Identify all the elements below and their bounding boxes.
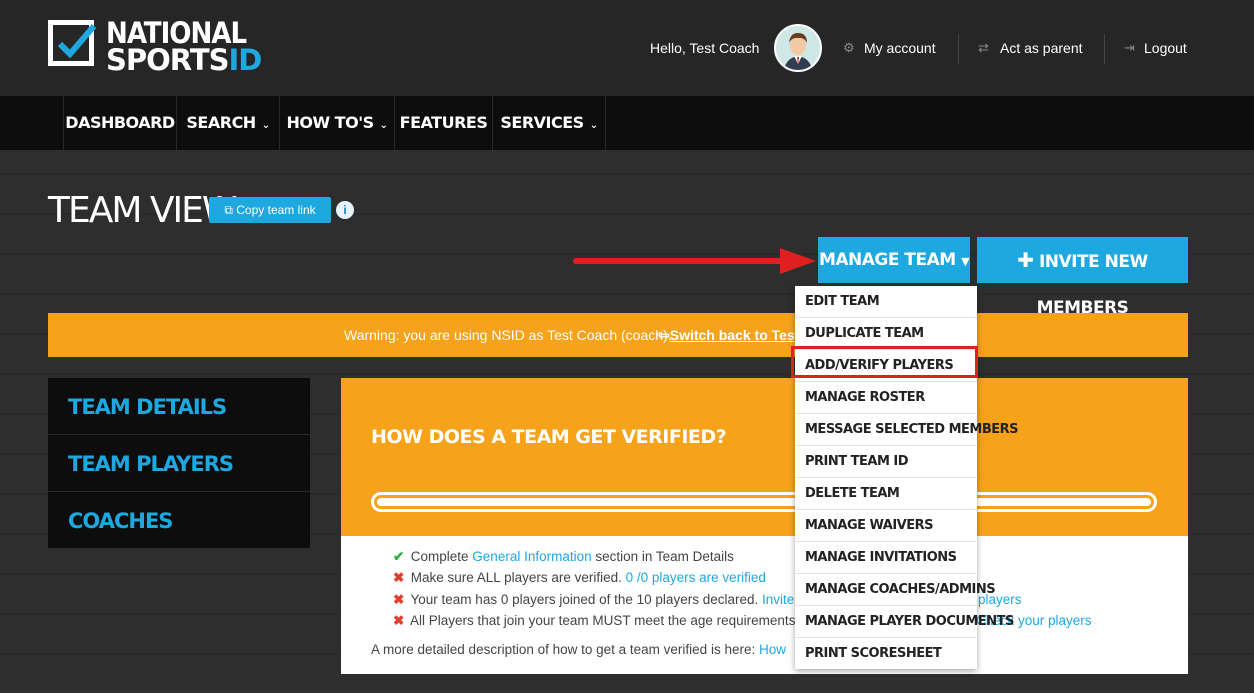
side-item-team-players[interactable]: TEAM PLAYERS	[48, 435, 310, 492]
how-link[interactable]: How	[759, 642, 786, 657]
swap-icon: ⇄	[978, 40, 989, 55]
plus-icon: ✚	[1017, 248, 1034, 272]
verify-title: HOW DOES A TEAM GET VERIFIED?	[371, 426, 727, 448]
logo-line2: SPORTSID	[106, 43, 262, 77]
menu-item-print-scoresheet[interactable]: PRINT SCORESHEET	[795, 638, 977, 669]
avatar[interactable]	[774, 24, 822, 72]
manage-team-dropdown: EDIT TEAM DUPLICATE TEAM ADD/VERIFY PLAY…	[795, 286, 1019, 669]
main-nav: DASHBOARD SEARCH ⌄ HOW TO'S ⌄ FEATURES SER…	[0, 96, 1254, 150]
gear-icon: ⚙	[843, 40, 855, 55]
page-title: TEAM VIEW	[48, 190, 237, 231]
list-item: ✖ Make sure ALL players are verified. 0 …	[393, 570, 766, 585]
switch-back-link[interactable]: ⇦ Switch back to Test	[658, 313, 799, 357]
top-header: NATIONAL SPORTSID Hello, Test Coach ⚙ My…	[0, 0, 1254, 96]
list-item: ✔ Complete General Information section i…	[393, 549, 734, 564]
verify-panel: HOW DOES A TEAM GET VERIFIED?	[341, 378, 1188, 536]
menu-item-manage-coaches[interactable]: MANAGE COACHES/ADMINS	[795, 574, 996, 606]
more-description: A more detailed description of how to ge…	[371, 642, 786, 657]
logout-link[interactable]: Logout	[1144, 40, 1187, 56]
invite-new-members-button[interactable]: ✚ INVITE NEW MEMBERS	[977, 237, 1188, 318]
chevron-down-icon: ⌄	[379, 120, 388, 131]
side-menu: TEAM DETAILS TEAM PLAYERS COACHES	[48, 378, 310, 549]
warning-banner: Warning: you are using NSID as Test Coac…	[48, 313, 1188, 357]
nsid-logo[interactable]: NATIONAL SPORTSID	[48, 18, 262, 76]
avatar-image	[776, 26, 820, 70]
nav-services[interactable]: SERVICES ⌄	[492, 96, 606, 150]
nav-how-tos[interactable]: HOW TO'S ⌄	[279, 96, 394, 150]
greeting-text: Hello, Test Coach	[650, 40, 760, 56]
menu-item-delete-team[interactable]: DELETE TEAM	[795, 478, 977, 510]
menu-item-manage-invitations[interactable]: MANAGE INVITATIONS	[795, 542, 977, 574]
menu-item-print-team-id[interactable]: PRINT TEAM ID	[795, 446, 977, 478]
menu-item-edit-team[interactable]: EDIT TEAM	[795, 286, 977, 318]
nav-dashboard[interactable]: DASHBOARD	[63, 96, 176, 150]
x-icon: ✖	[393, 613, 405, 628]
chevron-down-icon: ⌄	[261, 120, 270, 131]
menu-item-player-documents[interactable]: MANAGE PLAYER DOCUMENTS	[795, 606, 1014, 638]
switch-icon: ⇦	[658, 327, 670, 343]
act-as-parent-link[interactable]: Act as parent	[1000, 40, 1083, 56]
copy-team-link-button[interactable]: ⧉ Copy team link	[209, 197, 331, 223]
x-icon: ✖	[393, 592, 405, 607]
side-item-coaches[interactable]: COACHES	[48, 492, 310, 549]
list-item: ✖ All Players that join your team MUST m…	[393, 613, 796, 628]
chevron-down-icon: ⌄	[589, 120, 598, 131]
x-icon: ✖	[393, 570, 405, 585]
red-arrow-annotation	[573, 248, 816, 274]
general-info-link[interactable]: General Information	[472, 549, 591, 564]
menu-item-manage-roster[interactable]: MANAGE ROSTER	[795, 382, 977, 414]
nav-search[interactable]: SEARCH ⌄	[176, 96, 279, 150]
manage-team-button[interactable]: MANAGE TEAM ▼	[818, 237, 970, 283]
info-icon[interactable]: i	[336, 201, 354, 219]
divider	[958, 34, 959, 64]
logout-icon: ⇥	[1124, 40, 1135, 55]
nav-features[interactable]: FEATURES	[394, 96, 492, 150]
caret-down-icon: ▼	[961, 255, 970, 268]
list-item: ✖ Your team has 0 players joined of the …	[393, 592, 803, 607]
verify-checklist: ✔ Complete General Information section i…	[341, 536, 1188, 674]
divider	[1104, 34, 1105, 64]
players-verified-link[interactable]: 0 /0 players are verified	[626, 570, 766, 585]
verification-progress-bar	[371, 492, 1157, 512]
my-account-link[interactable]: My account	[864, 40, 936, 56]
warning-text: Warning: you are using NSID as Test Coac…	[344, 327, 672, 343]
menu-item-manage-waivers[interactable]: MANAGE WAIVERS	[795, 510, 977, 542]
side-item-team-details[interactable]: TEAM DETAILS	[48, 378, 310, 435]
copy-icon: ⧉	[224, 203, 237, 217]
menu-item-message-selected[interactable]: MESSAGE SELECTED MEMBERS	[795, 414, 1019, 446]
check-icon: ✔	[393, 549, 405, 564]
highlight-box-annotation	[791, 346, 978, 378]
check-icon	[57, 24, 97, 59]
